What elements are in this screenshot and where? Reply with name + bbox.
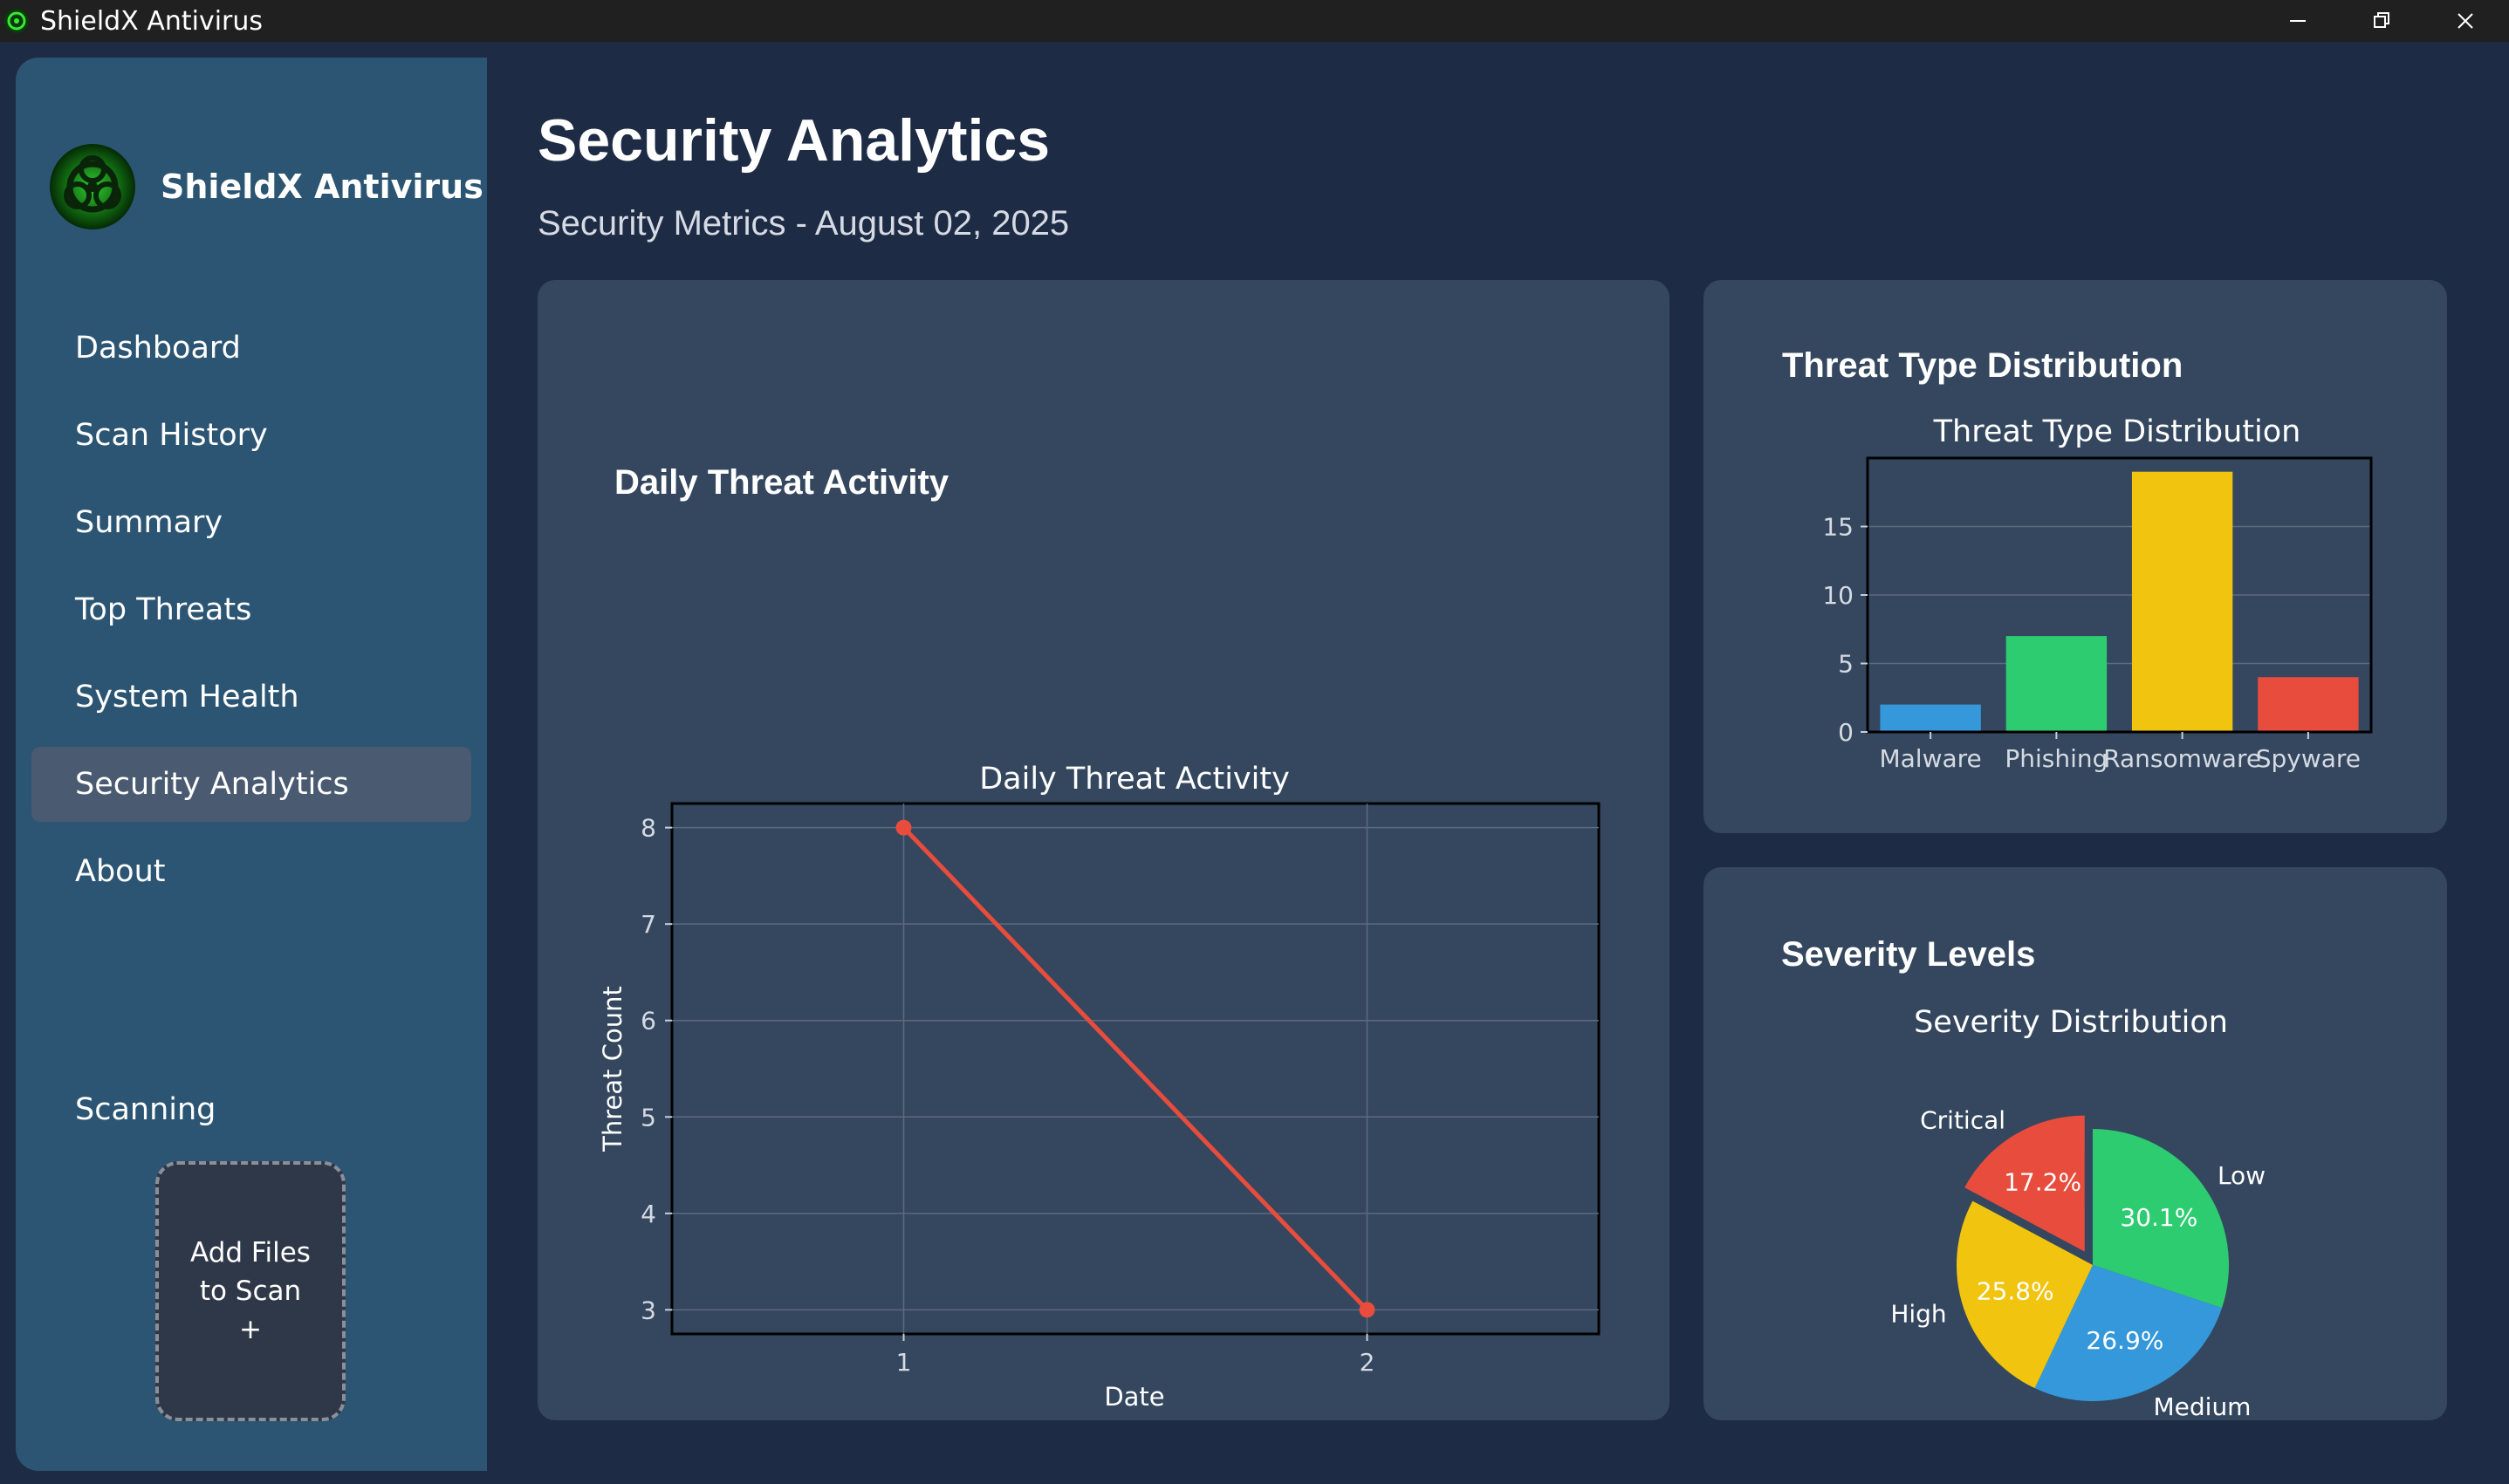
sidebar-item-security-analytics[interactable]: Security Analytics — [31, 747, 471, 822]
app-window: ShieldX Antivirus Dashboard Scan History… — [16, 58, 2494, 1471]
severity-card: Severity Levels Severity Distribution 30… — [1704, 867, 2447, 1420]
pie-chart-pct-label: 17.2% — [2004, 1167, 2081, 1196]
sidebar-item-system-health[interactable]: System Health — [31, 660, 471, 735]
line-chart-xtick-label: 1 — [896, 1348, 912, 1377]
dropzone-line1: Add Files — [190, 1237, 311, 1269]
line-chart-series — [895, 819, 1375, 1318]
bar-chart-ytick-label: 5 — [1838, 650, 1854, 679]
close-icon — [2458, 13, 2473, 29]
bar-chart-ytick-label: 0 — [1838, 718, 1854, 747]
sidebar-item-scan-history[interactable]: Scan History — [31, 398, 471, 473]
bar-chart-ytick-label: 15 — [1822, 513, 1854, 542]
pie-chart-slices — [1957, 1115, 2229, 1401]
brand-name: ShieldX Antivirus — [161, 168, 483, 206]
line-chart-ytick-label: 7 — [641, 910, 656, 939]
minimize-button[interactable] — [2256, 0, 2340, 42]
line-chart-xtick-label: 2 — [1360, 1348, 1375, 1377]
pie-chart-category-label: Critical — [1920, 1105, 2005, 1134]
title-bar: ShieldX Antivirus — [0, 0, 2509, 42]
bar-chart-xtick-label: Spyware — [2256, 744, 2361, 773]
pie-chart-pct-label: 25.8% — [1977, 1276, 2054, 1305]
bar-chart-bar — [2131, 471, 2233, 732]
bar-chart-ytick-label: 10 — [1822, 581, 1854, 610]
line-chart-series-line — [901, 825, 1369, 1312]
line-chart-xlabel: Date — [1104, 1382, 1164, 1412]
bar-chart-bar — [1880, 704, 1981, 732]
window-title: ShieldX Antivirus — [40, 5, 264, 37]
sidebar-nav: Dashboard Scan History Summary Top Threa… — [31, 311, 471, 921]
line-chart-ticks: 3 4 5 6 7 8 1 2 — [641, 814, 1374, 1377]
line-chart-point — [895, 819, 912, 836]
line-chart-ytick-label: 3 — [641, 1296, 656, 1324]
threat-type-card: Threat Type Distribution Threat Type Dis… — [1704, 280, 2447, 833]
line-chart-title: Daily Threat Activity — [979, 762, 1290, 797]
severity-pie-chart: Severity Distribution 30.1% Low 26.9% Mediu… — [1890, 1005, 2266, 1420]
dropzone-line2: to Scan — [199, 1275, 302, 1307]
biohazard-logo-icon — [50, 144, 135, 229]
restore-icon — [2374, 12, 2389, 28]
threat-type-bar-chart: Threat Type Distribution 0 5 10 15 Malware Ph… — [1822, 414, 2373, 773]
biohazard-icon — [4, 9, 29, 33]
line-chart-ytick-label: 4 — [641, 1200, 656, 1228]
brand: ShieldX Antivirus — [49, 143, 483, 230]
sidebar: ShieldX Antivirus Dashboard Scan History… — [16, 58, 487, 1471]
bar-chart-bar — [2258, 677, 2359, 732]
pie-chart-category-label: Low — [2218, 1161, 2266, 1190]
bar-chart-title: Threat Type Distribution — [1933, 414, 2301, 449]
bar-chart-xtick-label: Ransomware — [2103, 744, 2261, 773]
sidebar-item-top-threats[interactable]: Top Threats — [31, 572, 471, 647]
line-chart-ytick-label: 8 — [641, 814, 656, 843]
bar-chart-bar — [2005, 636, 2108, 732]
pie-chart-pct-label: 26.9% — [2086, 1326, 2163, 1355]
pie-chart-pct-label: 30.1% — [2120, 1203, 2197, 1232]
restore-button[interactable] — [2340, 0, 2423, 42]
sidebar-item-about[interactable]: About — [31, 834, 471, 909]
bar-chart-xtick-label: Malware — [1879, 744, 1981, 773]
bar-chart-bars — [1880, 471, 2359, 732]
close-button[interactable] — [2423, 0, 2507, 42]
pie-chart-title: Severity Distribution — [1914, 1005, 2228, 1040]
sidebar-item-summary[interactable]: Summary — [31, 485, 471, 560]
page-title: Security Analytics — [538, 107, 1051, 174]
line-chart-point — [1359, 1302, 1375, 1318]
bar-chart-xtick-label: Phishing — [2005, 744, 2108, 773]
line-chart-ylabel: Threat Count — [598, 986, 627, 1152]
pie-chart-category-label: High — [1890, 1300, 1946, 1329]
daily-threat-card: Daily Threat Activity Daily Threat Activ… — [538, 280, 1669, 1420]
sidebar-item-dashboard[interactable]: Dashboard — [31, 311, 471, 386]
pie-chart-category-label: Medium — [2154, 1392, 2252, 1420]
add-files-dropzone[interactable]: Add Files to Scan + — [155, 1161, 346, 1421]
scanning-section-label: Scanning — [75, 1092, 216, 1127]
line-chart-ytick-label: 5 — [641, 1103, 656, 1132]
line-chart-ytick-label: 6 — [641, 1007, 656, 1036]
dropzone-plus: + — [239, 1314, 262, 1345]
daily-threat-line-chart: Daily Threat Activity 3 4 5 6 7 8 1 2 Date Thre… — [598, 762, 1601, 1412]
minimize-icon — [2290, 20, 2306, 22]
page-subtitle: Security Metrics - August 02, 2025 — [538, 204, 1070, 243]
